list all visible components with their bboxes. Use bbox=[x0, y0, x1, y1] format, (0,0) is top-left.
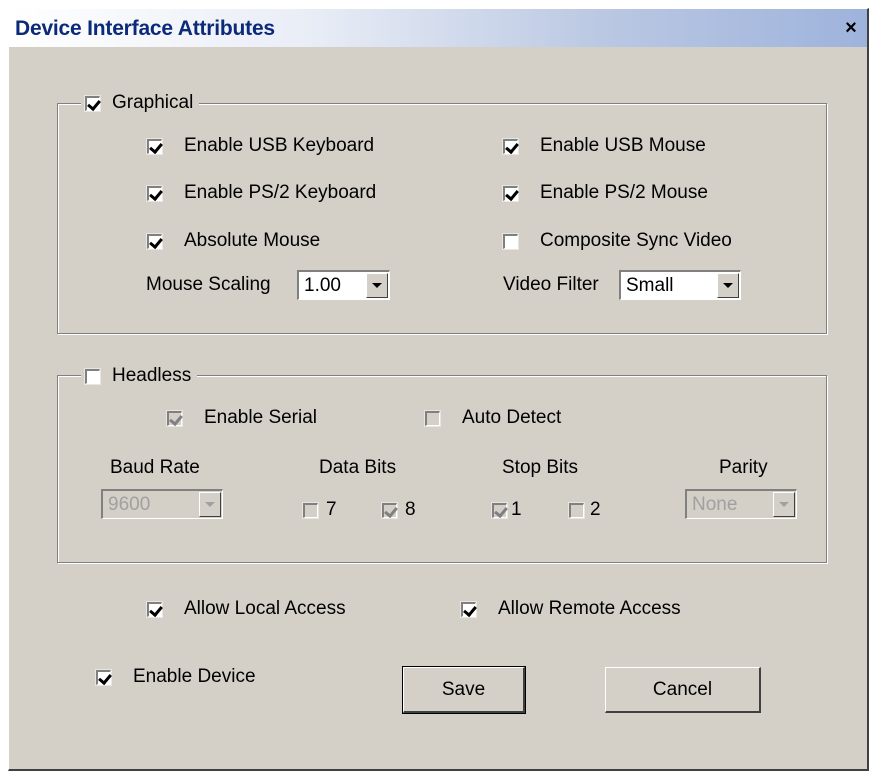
stop-bits-1-checkbox[interactable] bbox=[491, 501, 508, 519]
title-bar: Device Interface Attributes × bbox=[9, 9, 867, 47]
baud-rate-label: Baud Rate bbox=[110, 457, 200, 478]
absolute-mouse[interactable]: Absolute Mouse bbox=[146, 228, 321, 254]
graphical-label: Graphical bbox=[112, 92, 194, 113]
allow-local-access[interactable]: Allow Local Access bbox=[146, 596, 346, 622]
video-filter-select[interactable]: Small bbox=[619, 270, 741, 300]
auto-detect-label: Auto Detect bbox=[462, 407, 562, 428]
chevron-down-icon[interactable] bbox=[717, 273, 739, 298]
parity-value: None bbox=[692, 493, 738, 515]
allow-local-access-label: Allow Local Access bbox=[184, 598, 346, 619]
close-button[interactable]: × bbox=[839, 17, 863, 39]
mouse-scaling-value: 1.00 bbox=[304, 274, 341, 296]
enable-ps2-mouse-label: Enable PS/2 Mouse bbox=[540, 182, 708, 203]
enable-device[interactable]: Enable Device bbox=[95, 664, 256, 690]
stop-bits-label: Stop Bits bbox=[502, 457, 579, 478]
stop-bits-2[interactable]: 2 bbox=[568, 497, 601, 523]
save-button[interactable]: Save bbox=[402, 666, 526, 714]
enable-device-label: Enable Device bbox=[133, 666, 256, 687]
enable-ps2-keyboard-label: Enable PS/2 Keyboard bbox=[184, 182, 377, 203]
allow-remote-access-checkbox[interactable] bbox=[460, 600, 477, 618]
enable-usb-keyboard[interactable]: Enable USB Keyboard bbox=[146, 133, 375, 159]
absolute-mouse-label: Absolute Mouse bbox=[184, 230, 321, 251]
auto-detect-checkbox[interactable] bbox=[424, 409, 441, 427]
composite-sync-video-label: Composite Sync Video bbox=[540, 230, 732, 251]
baud-rate-value: 9600 bbox=[108, 493, 151, 515]
enable-ps2-mouse[interactable]: Enable PS/2 Mouse bbox=[502, 180, 708, 206]
enable-ps2-keyboard-checkbox[interactable] bbox=[146, 184, 163, 202]
dialog-title: Device Interface Attributes bbox=[15, 17, 275, 40]
chevron-down-icon[interactable] bbox=[366, 273, 388, 298]
data-bits-8[interactable]: 8 bbox=[381, 497, 416, 523]
headless-label: Headless bbox=[112, 365, 192, 386]
auto-detect[interactable]: Auto Detect bbox=[424, 405, 562, 431]
stop-bits-1-label: 1 bbox=[511, 499, 522, 520]
chevron-down-icon[interactable] bbox=[199, 492, 221, 517]
stop-bits-2-checkbox[interactable] bbox=[568, 501, 585, 519]
baud-rate-select[interactable]: 9600 bbox=[101, 489, 223, 519]
absolute-mouse-checkbox[interactable] bbox=[146, 232, 163, 250]
stop-bits-1[interactable]: 1 bbox=[491, 497, 522, 523]
enable-serial-checkbox[interactable] bbox=[166, 409, 183, 427]
enable-serial[interactable]: Enable Serial bbox=[166, 405, 318, 431]
mouse-scaling-select[interactable]: 1.00 bbox=[297, 270, 390, 300]
video-filter-value: Small bbox=[626, 274, 674, 296]
allow-remote-access-label: Allow Remote Access bbox=[498, 598, 681, 619]
graphical-legend: Graphical bbox=[81, 90, 200, 116]
chevron-down-icon[interactable] bbox=[773, 492, 795, 517]
stop-bits-2-label: 2 bbox=[590, 499, 601, 520]
video-filter-label: Video Filter bbox=[503, 274, 599, 295]
enable-ps2-keyboard[interactable]: Enable PS/2 Keyboard bbox=[146, 180, 377, 206]
headless-legend: Headless bbox=[81, 363, 198, 389]
data-bits-7-checkbox[interactable] bbox=[302, 501, 319, 519]
headless-checkbox-row[interactable]: Headless bbox=[84, 363, 192, 389]
parity-label: Parity bbox=[719, 457, 768, 478]
enable-device-checkbox[interactable] bbox=[95, 668, 112, 686]
enable-usb-mouse-label: Enable USB Mouse bbox=[540, 135, 706, 156]
enable-serial-label: Enable Serial bbox=[204, 407, 318, 428]
composite-sync-video[interactable]: Composite Sync Video bbox=[502, 228, 732, 254]
enable-usb-keyboard-label: Enable USB Keyboard bbox=[184, 135, 375, 156]
headless-checkbox[interactable] bbox=[84, 367, 101, 385]
data-bits-7[interactable]: 7 bbox=[302, 497, 337, 523]
graphical-checkbox[interactable] bbox=[84, 94, 101, 112]
enable-ps2-mouse-checkbox[interactable] bbox=[502, 184, 519, 202]
allow-remote-access[interactable]: Allow Remote Access bbox=[460, 596, 681, 622]
graphical-checkbox-row[interactable]: Graphical bbox=[84, 90, 194, 116]
enable-usb-keyboard-checkbox[interactable] bbox=[146, 137, 163, 155]
data-bits-8-label: 8 bbox=[405, 499, 416, 520]
cancel-button[interactable]: Cancel bbox=[605, 667, 761, 713]
parity-select[interactable]: None bbox=[685, 489, 797, 519]
mouse-scaling-label: Mouse Scaling bbox=[146, 274, 271, 295]
composite-sync-video-checkbox[interactable] bbox=[502, 232, 519, 250]
allow-local-access-checkbox[interactable] bbox=[146, 600, 163, 618]
enable-usb-mouse[interactable]: Enable USB Mouse bbox=[502, 133, 706, 159]
data-bits-8-checkbox[interactable] bbox=[381, 501, 398, 519]
data-bits-label: Data Bits bbox=[319, 457, 397, 478]
data-bits-7-label: 7 bbox=[326, 499, 337, 520]
device-interface-dialog: Device Interface Attributes × Graphical … bbox=[8, 8, 869, 771]
enable-usb-mouse-checkbox[interactable] bbox=[502, 137, 519, 155]
